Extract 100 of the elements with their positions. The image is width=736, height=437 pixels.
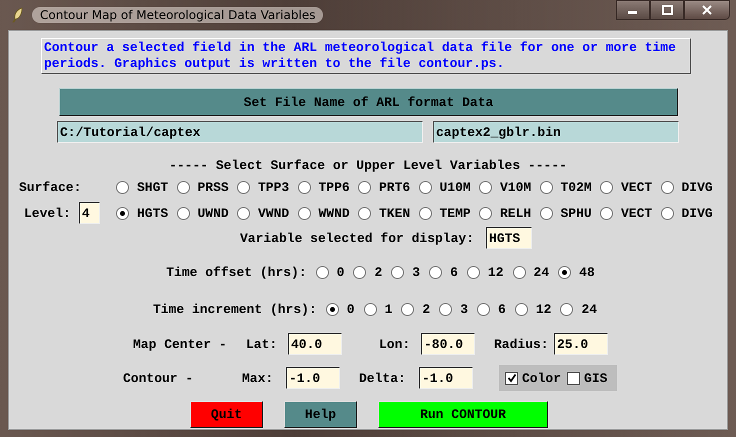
maximize-icon <box>662 5 672 15</box>
radio-option[interactable]: 6 <box>477 302 506 316</box>
radio-button[interactable] <box>391 266 404 278</box>
radio-option[interactable]: VWND <box>237 206 298 220</box>
level-field[interactable]: 4 <box>78 202 100 224</box>
radio-option[interactable]: 24 <box>512 264 550 280</box>
radio-option[interactable]: U10M <box>418 180 479 194</box>
radio-button[interactable] <box>540 180 552 194</box>
level-label: Level: <box>24 206 71 220</box>
radio-button[interactable] <box>237 180 250 194</box>
run-button[interactable]: Run CONTOUR <box>378 401 548 428</box>
radio-button[interactable] <box>298 180 310 194</box>
radio-option[interactable]: HGTS <box>116 206 176 220</box>
window-title: Contour Map of Meteorological Data Variables <box>32 7 324 23</box>
radio-option[interactable]: RELH <box>479 206 540 220</box>
radio-option[interactable]: VECT <box>600 180 660 194</box>
quit-button[interactable]: Quit <box>190 401 263 428</box>
description-text: Contour a selected field in the ARL meteorological data file for one or more time periods. Graphics output is written to the file contour.ps. <box>41 38 691 74</box>
radio-option[interactable]: 3 <box>439 302 468 316</box>
radio-option[interactable]: SPHU <box>540 206 600 220</box>
minimize-button[interactable] <box>616 0 650 20</box>
radio-button[interactable] <box>237 206 250 220</box>
radio-option[interactable]: 0 <box>316 264 344 280</box>
radio-option[interactable]: 6 <box>429 264 458 280</box>
max-field[interactable]: -1.0 <box>286 367 340 389</box>
radio-option[interactable]: DIVG <box>660 206 721 220</box>
radio-option[interactable]: 12 <box>514 302 552 316</box>
radio-button[interactable] <box>418 180 432 194</box>
radius-label: Radius: <box>494 336 550 352</box>
radio-option[interactable]: TPP3 <box>237 180 298 194</box>
time-offset-label: Time offset (hrs): <box>166 264 307 280</box>
lat-field[interactable]: 40.0 <box>288 333 342 355</box>
close-button[interactable] <box>684 0 730 20</box>
lat-label: Lat: <box>246 336 278 352</box>
radio-button[interactable] <box>353 266 366 278</box>
lon-field[interactable]: -80.0 <box>421 333 475 355</box>
radio-button[interactable] <box>660 180 674 194</box>
radio-option[interactable]: 1 <box>364 302 392 316</box>
file-name-field[interactable]: captex2_gblr.bin <box>433 121 679 143</box>
radio-option[interactable]: SHGT <box>116 180 176 194</box>
radio-option[interactable]: PRT6 <box>358 180 418 194</box>
radio-option[interactable]: T02M <box>540 180 600 194</box>
radio-option[interactable]: 0 <box>326 302 355 316</box>
radio-button[interactable] <box>477 302 490 316</box>
map-center-label: Map Center - <box>133 336 228 352</box>
selected-variable-field[interactable]: HGTS <box>486 227 532 249</box>
radio-button[interactable] <box>358 180 371 194</box>
maximize-button[interactable] <box>650 0 684 20</box>
radio-option[interactable]: 48 <box>558 264 595 280</box>
radio-button[interactable] <box>600 180 613 194</box>
radio-option[interactable]: 12 <box>466 264 504 280</box>
radio-button[interactable] <box>429 266 442 278</box>
radio-button[interactable] <box>298 206 310 220</box>
help-button[interactable]: Help <box>284 401 357 428</box>
radio-button[interactable] <box>176 206 190 220</box>
radio-option[interactable]: TEMP <box>418 206 479 220</box>
radio-option[interactable]: V10M <box>479 180 540 194</box>
radio-button[interactable] <box>558 266 572 278</box>
radio-button[interactable] <box>116 206 129 220</box>
radio-button[interactable] <box>326 302 339 316</box>
contour-label: Contour - <box>123 370 194 386</box>
radio-button[interactable] <box>316 266 329 278</box>
radio-option[interactable]: 24 <box>560 302 598 316</box>
radio-button[interactable] <box>418 206 432 220</box>
radio-option[interactable]: WWND <box>298 206 358 220</box>
radio-button[interactable] <box>439 302 452 316</box>
radio-button[interactable] <box>364 302 377 316</box>
radio-button[interactable] <box>560 302 574 316</box>
radio-button[interactable] <box>116 180 129 194</box>
radio-button[interactable] <box>512 266 526 278</box>
radio-option[interactable]: UWND <box>176 206 237 220</box>
radio-option[interactable]: PRSS <box>176 180 237 194</box>
checkbox-option[interactable]: Color <box>505 370 562 386</box>
radio-button[interactable] <box>479 206 492 220</box>
radius-field[interactable]: 25.0 <box>554 333 608 355</box>
radio-button[interactable] <box>540 206 552 220</box>
checkbox[interactable] <box>567 372 580 384</box>
max-label: Max: <box>242 370 274 386</box>
radio-button[interactable] <box>176 180 190 194</box>
radio-button[interactable] <box>358 206 371 220</box>
delta-field[interactable]: -1.0 <box>419 367 473 389</box>
radio-option[interactable]: 3 <box>391 264 420 280</box>
directory-field[interactable]: C:/Tutorial/captex <box>57 121 423 143</box>
radio-option[interactable]: 2 <box>353 264 382 280</box>
radio-option[interactable]: 2 <box>401 302 430 316</box>
set-file-button[interactable]: Set File Name of ARL format Data <box>59 88 678 116</box>
checkbox-option[interactable]: GIS <box>567 370 608 386</box>
radio-option[interactable]: VECT <box>600 206 660 220</box>
radio-button[interactable] <box>600 206 613 220</box>
radio-button[interactable] <box>466 266 480 278</box>
radio-button[interactable] <box>660 206 674 220</box>
checkbox[interactable] <box>505 372 518 384</box>
time-increment-label: Time increment (hrs): <box>152 302 317 316</box>
radio-button[interactable] <box>401 302 414 316</box>
radio-button[interactable] <box>479 180 492 194</box>
radio-option[interactable]: TKEN <box>358 206 418 220</box>
radio-option[interactable]: TPP6 <box>298 180 358 194</box>
radio-button[interactable] <box>514 302 528 316</box>
radio-option[interactable]: DIVG <box>660 180 721 194</box>
close-icon <box>702 5 712 15</box>
